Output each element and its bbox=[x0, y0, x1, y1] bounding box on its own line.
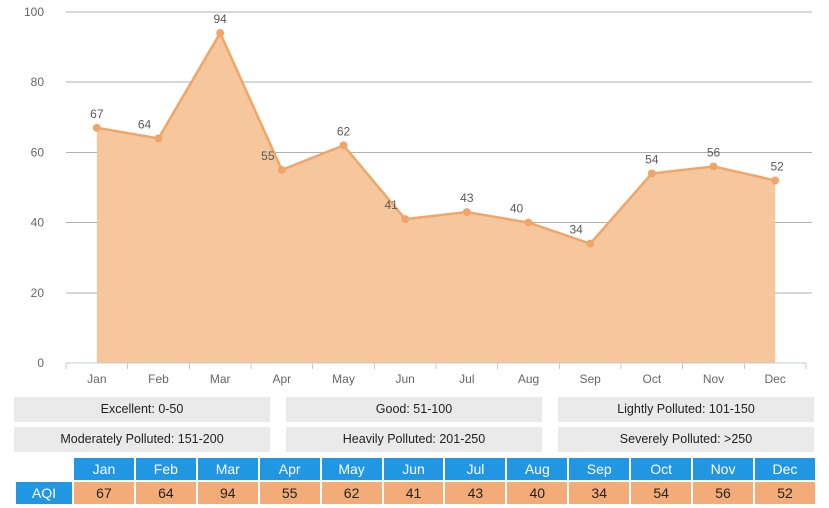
x-axis-tick-label: Sep bbox=[579, 372, 601, 386]
table-header-cell[interactable]: Mar bbox=[198, 458, 258, 480]
data-point[interactable] bbox=[278, 166, 286, 174]
table-header-cell[interactable]: Sep bbox=[569, 458, 629, 480]
legend-item-good[interactable]: Good: 51-100 bbox=[286, 397, 542, 422]
x-axis-tick-label: Jan bbox=[87, 372, 106, 386]
table-header-cell[interactable]: Jun bbox=[384, 458, 444, 480]
y-axis-tick-label: 20 bbox=[31, 286, 45, 300]
data-point[interactable] bbox=[648, 169, 656, 177]
table-value-cell: 94 bbox=[198, 482, 258, 504]
x-axis-tick-label: Feb bbox=[148, 372, 169, 386]
table-value-cell: 40 bbox=[507, 482, 567, 504]
y-axis-tick-labels: 0 20 40 60 80 100 bbox=[24, 5, 44, 370]
data-point[interactable] bbox=[340, 141, 348, 149]
data-point-label: 52 bbox=[770, 159, 784, 173]
y-axis-tick-label: 80 bbox=[31, 75, 45, 89]
x-axis-tick-label: Nov bbox=[703, 372, 724, 386]
table-header-cell[interactable]: Jan bbox=[74, 458, 134, 480]
data-point-label: 41 bbox=[384, 198, 398, 212]
data-point-label: 62 bbox=[337, 124, 351, 138]
data-point[interactable] bbox=[710, 162, 718, 170]
table-value-cell: 55 bbox=[260, 482, 320, 504]
aqi-category-legend: Excellent: 0-50 Good: 51-100 Lightly Pol… bbox=[14, 397, 814, 457]
table-corner-cell bbox=[16, 458, 72, 480]
table-header-cell[interactable]: May bbox=[322, 458, 382, 480]
data-point[interactable] bbox=[401, 215, 409, 223]
legend-row-2: Moderately Polluted: 151-200 Heavily Pol… bbox=[14, 427, 814, 452]
aqi-area-chart: 0 20 40 60 80 100 67 64 94 55 62 41 43 40 34 54 56 52 Ja… bbox=[0, 0, 830, 392]
x-axis bbox=[66, 363, 806, 369]
table-header-cell[interactable]: Jul bbox=[445, 458, 505, 480]
table-value-cell: 34 bbox=[569, 482, 629, 504]
data-point-label: 40 bbox=[510, 202, 524, 216]
data-point-label: 43 bbox=[460, 191, 474, 205]
x-axis-tick-label: May bbox=[332, 372, 355, 386]
table-header-row: JanFebMarAprMayJunJulAugSepOctNovDec bbox=[16, 458, 815, 480]
table-value-cell: 54 bbox=[631, 482, 691, 504]
legend-item-severely-polluted[interactable]: Severely Polluted: >250 bbox=[558, 427, 814, 452]
y-axis-tick-label: 0 bbox=[37, 356, 44, 370]
y-axis-tick-label: 100 bbox=[24, 5, 44, 19]
x-axis-tick-label: Jun bbox=[395, 372, 414, 386]
legend-row-1: Excellent: 0-50 Good: 51-100 Lightly Pol… bbox=[14, 397, 814, 422]
y-axis-tick-label: 60 bbox=[31, 145, 45, 159]
table-row-label-aqi: AQI bbox=[16, 482, 72, 504]
legend-item-moderately-polluted[interactable]: Moderately Polluted: 151-200 bbox=[14, 427, 270, 452]
data-point-label: 94 bbox=[213, 12, 227, 26]
x-axis-tick-label: Mar bbox=[210, 372, 231, 386]
table-row: AQI 676494556241434034545652 bbox=[16, 482, 815, 504]
data-point[interactable] bbox=[216, 29, 224, 37]
table-value-cell: 62 bbox=[322, 482, 382, 504]
data-point-label: 56 bbox=[707, 145, 721, 159]
data-point-label: 64 bbox=[138, 117, 152, 131]
aqi-data-table: JanFebMarAprMayJunJulAugSepOctNovDec AQI… bbox=[14, 456, 817, 506]
y-axis-tick-label: 40 bbox=[31, 216, 45, 230]
data-point[interactable] bbox=[93, 124, 101, 132]
legend-item-lightly-polluted[interactable]: Lightly Polluted: 101-150 bbox=[558, 397, 814, 422]
table-header-cell[interactable]: Aug bbox=[507, 458, 567, 480]
table-header-cell[interactable]: Oct bbox=[631, 458, 691, 480]
x-axis-tick-label: Apr bbox=[272, 372, 291, 386]
table-header-cell[interactable]: Apr bbox=[260, 458, 320, 480]
x-axis-tick-labels: Jan Feb Mar Apr May Jun Jul Aug Sep Oct Nov Dec bbox=[87, 372, 786, 386]
data-point-label: 67 bbox=[90, 107, 104, 121]
table-header-cell[interactable]: Dec bbox=[755, 458, 815, 480]
chart-plot-area bbox=[93, 29, 779, 363]
data-point[interactable] bbox=[463, 208, 471, 216]
table-header-cell[interactable]: Feb bbox=[136, 458, 196, 480]
chart-canvas: 0 20 40 60 80 100 67 64 94 55 62 41 43 40 34 54 56 52 Ja… bbox=[0, 0, 830, 392]
x-axis-tick-label: Jul bbox=[459, 372, 474, 386]
data-point[interactable] bbox=[525, 219, 533, 227]
data-point-label: 55 bbox=[261, 149, 275, 163]
table-value-cell: 41 bbox=[384, 482, 444, 504]
table-value-cell: 43 bbox=[445, 482, 505, 504]
x-axis-tick-label: Aug bbox=[518, 372, 539, 386]
data-point[interactable] bbox=[155, 134, 163, 142]
table-header-cell[interactable]: Nov bbox=[693, 458, 753, 480]
data-point[interactable] bbox=[586, 240, 594, 248]
data-point-label: 34 bbox=[569, 223, 583, 237]
table-value-cell: 52 bbox=[755, 482, 815, 504]
legend-item-excellent[interactable]: Excellent: 0-50 bbox=[14, 397, 270, 422]
table-value-cell: 64 bbox=[136, 482, 196, 504]
x-axis-tick-label: Dec bbox=[764, 372, 785, 386]
aqi-chart-page: 020406080100 676494556241434034545652 Ja… bbox=[0, 0, 830, 508]
data-point[interactable] bbox=[771, 176, 779, 184]
data-point-label: 54 bbox=[645, 152, 659, 166]
table-value-cell: 56 bbox=[693, 482, 753, 504]
legend-item-heavily-polluted[interactable]: Heavily Polluted: 201-250 bbox=[286, 427, 542, 452]
table-value-cell: 67 bbox=[74, 482, 134, 504]
x-axis-tick-label: Oct bbox=[642, 372, 661, 386]
